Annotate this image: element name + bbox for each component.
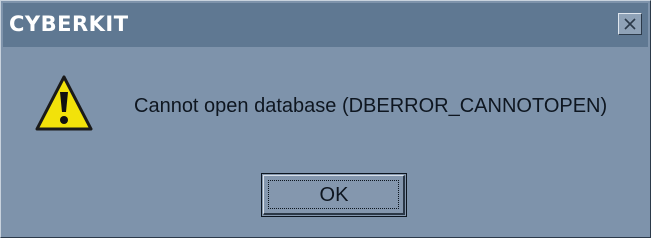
window-title: CYBERKIT <box>9 12 129 36</box>
warning-icon <box>35 75 93 131</box>
ok-button-label: OK <box>319 184 349 206</box>
close-button[interactable] <box>618 13 642 35</box>
close-icon <box>624 18 636 30</box>
error-dialog: CYBERKIT Cannot open database (DBERROR_C… <box>0 0 651 238</box>
ok-button[interactable]: OK <box>261 173 407 217</box>
title-bar[interactable]: CYBERKIT <box>3 3 648 47</box>
error-message: Cannot open database (DBERROR_CANNOTOPEN… <box>134 95 608 117</box>
